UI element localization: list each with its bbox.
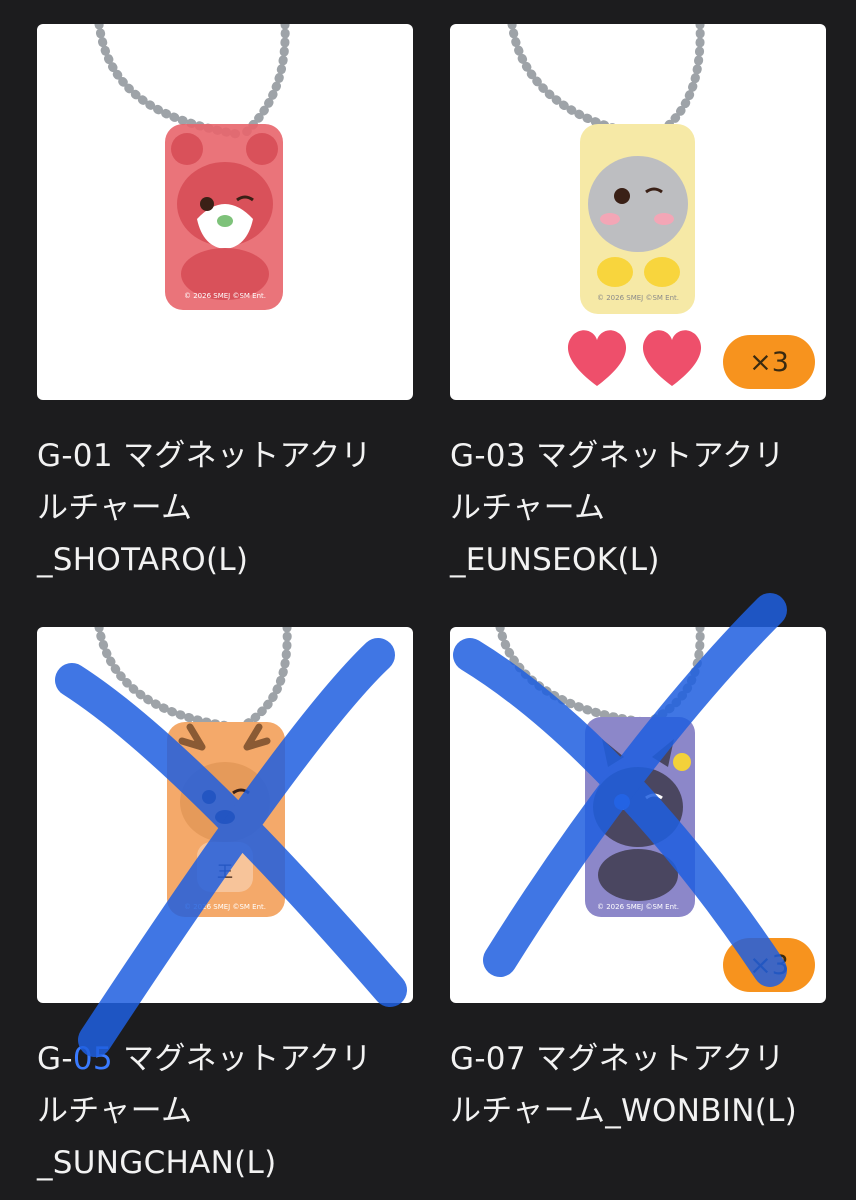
title-line: G-03 マグネットアクリ <box>450 438 785 474</box>
title-line: ルチャーム <box>37 1093 193 1129</box>
product-image[interactable]: 王 © 2026 SMEJ ©SM Ent. <box>37 627 413 1003</box>
title-line: _EUNSEOK(L) <box>450 542 660 578</box>
title-line: G-07 マグネットアクリ <box>450 1041 785 1077</box>
charm-copyright: © 2026 SMEJ ©SM Ent. <box>597 903 679 911</box>
product-card-g03[interactable]: © 2026 SMEJ ©SM Ent. ×3 G-03 マグネットアクリ ルチ… <box>450 24 826 586</box>
product-card-g07[interactable]: © 2026 SMEJ ©SM Ent. ×3 G-07 マグネットアクリ ルチ… <box>450 627 826 1137</box>
charm-copyright: © 2026 SMEJ ©SM Ent. <box>184 292 266 300</box>
product-image[interactable]: © 2026 SMEJ ©SM Ent. ×3 <box>450 24 826 400</box>
title-line: _SHOTARO(L) <box>37 542 249 578</box>
title-rest: マグネットアクリ <box>112 1041 372 1077</box>
product-card-g01[interactable]: © 2026 SMEJ ©SM Ent. G-01 マグネットアクリ ルチャーム… <box>37 24 413 586</box>
product-title[interactable]: G-07 マグネットアクリ ルチャーム_WONBIN(L) <box>450 1033 826 1137</box>
ball-chain-charm-image: 王 © 2026 SMEJ ©SM Ent. <box>94 627 292 917</box>
title-line: ルチャーム <box>37 490 193 526</box>
product-title[interactable]: G-05 マグネットアクリ ルチャーム _SUNGCHAN(L) <box>37 1033 413 1189</box>
product-image[interactable]: © 2026 SMEJ ©SM Ent. ×3 <box>450 627 826 1003</box>
title-highlight: 05 <box>72 1041 113 1077</box>
title-line: G-01 マグネットアクリ <box>37 438 372 474</box>
title-line: _SUNGCHAN(L) <box>37 1145 277 1181</box>
title-line: ルチャーム_WONBIN(L) <box>450 1093 798 1129</box>
title-line: G-05 マグネットアクリ <box>37 1033 413 1085</box>
charm-stamp: 王 <box>217 862 233 881</box>
ball-chain-charm-image: © 2026 SMEJ ©SM Ent. <box>94 24 290 310</box>
quantity-badge: ×3 <box>723 938 815 992</box>
heart-stickers <box>567 330 702 386</box>
product-title[interactable]: G-01 マグネットアクリ ルチャーム _SHOTARO(L) <box>37 430 413 586</box>
title-line: ルチャーム <box>450 490 606 526</box>
product-image[interactable]: © 2026 SMEJ ©SM Ent. <box>37 24 413 400</box>
charm-copyright: © 2026 SMEJ ©SM Ent. <box>184 903 266 911</box>
title-prefix: G- <box>37 1041 73 1077</box>
product-card-g05[interactable]: 王 © 2026 SMEJ ©SM Ent. G-05 マグネットアクリ ルチャ… <box>37 627 413 1189</box>
product-title[interactable]: G-03 マグネットアクリ ルチャーム _EUNSEOK(L) <box>450 430 826 586</box>
quantity-badge: ×3 <box>723 335 815 389</box>
charm-copyright: © 2026 SMEJ ©SM Ent. <box>597 294 679 302</box>
